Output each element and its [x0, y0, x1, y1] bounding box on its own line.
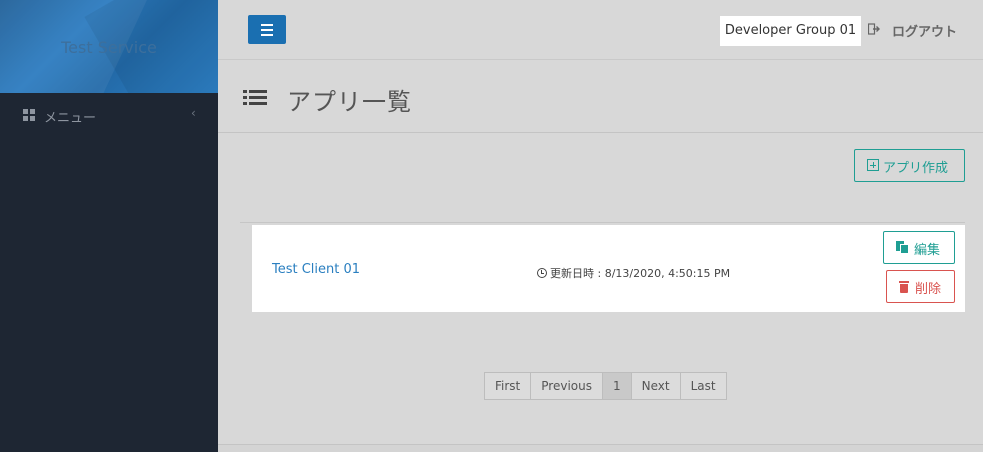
sidebar: Test Service メニュー ‹ [0, 0, 218, 452]
brand-title: Test Service [61, 38, 157, 57]
grid-icon [23, 109, 35, 121]
app-name-link[interactable]: Test Client 01 [272, 262, 360, 277]
copy-icon [896, 241, 909, 254]
top-navbar: Developer Group 01 ログアウト [218, 0, 983, 60]
updated-text: 更新日時 : 8/13/2020, 4:50:15 PM [550, 267, 731, 280]
divider [240, 222, 965, 223]
list-icon [243, 89, 267, 109]
logout-label: ログアウト [892, 25, 958, 40]
app-list-item: Test Client 01 更新日時 : 8/13/2020, 4:50:15… [252, 225, 965, 312]
create-app-button[interactable]: アプリ作成 [854, 149, 965, 182]
pagination-next[interactable]: Next [630, 372, 681, 400]
sidebar-item-menu[interactable]: メニュー ‹ [0, 106, 218, 126]
logout-icon [868, 23, 880, 35]
pagination-first[interactable]: First [484, 372, 532, 400]
brand-header: Test Service [0, 0, 218, 93]
plus-square-icon [867, 159, 879, 171]
pagination-current-page[interactable]: 1 [601, 372, 632, 400]
edit-button[interactable]: 編集 [883, 231, 955, 264]
chevron-left-icon[interactable]: ‹ [191, 106, 196, 120]
trash-icon [899, 281, 909, 293]
footer [218, 444, 983, 452]
delete-label: 削除 [915, 282, 942, 297]
delete-button[interactable]: 削除 [886, 270, 955, 303]
clock-icon [537, 268, 547, 278]
updated-timestamp: 更新日時 : 8/13/2020, 4:50:15 PM [537, 265, 730, 281]
page-title: アプリ一覧 [287, 88, 412, 116]
page-header: アプリ一覧 [218, 61, 983, 133]
pagination: First Previous 1 Next Last [484, 372, 727, 400]
main-content: アプリ作成 Test Client 01 更新日時 : 8/13/2020, 4… [218, 134, 983, 444]
user-group-label[interactable]: Developer Group 01 [720, 16, 861, 46]
sidebar-toggle-button[interactable] [248, 15, 286, 44]
edit-label: 編集 [914, 243, 941, 258]
sidebar-item-label: メニュー [44, 111, 97, 126]
create-app-label: アプリ作成 [883, 161, 949, 176]
pagination-previous[interactable]: Previous [530, 372, 603, 400]
pagination-last[interactable]: Last [679, 372, 727, 400]
